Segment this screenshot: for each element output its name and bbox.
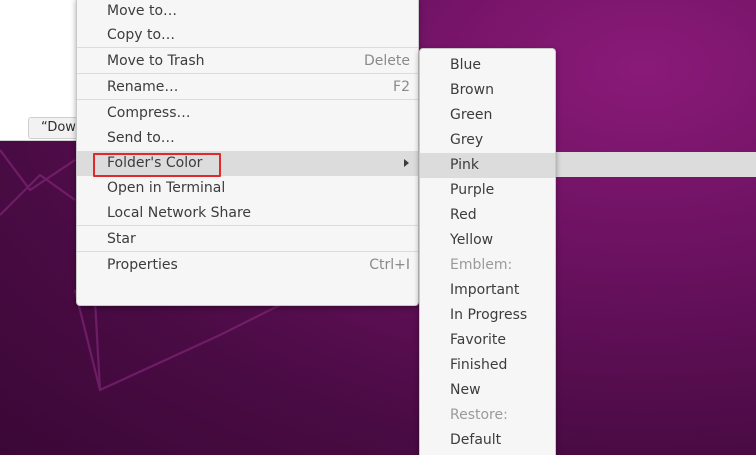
menu-item-rename[interactable]: Rename… F2 bbox=[77, 75, 418, 100]
submenu-item-favorite[interactable]: Favorite bbox=[420, 328, 555, 353]
submenu-item-default[interactable]: Default bbox=[420, 428, 555, 453]
menu-item-send-to[interactable]: Send to… bbox=[77, 126, 418, 151]
submenu-item-grey[interactable]: Grey bbox=[420, 128, 555, 153]
menu-item-move-to[interactable]: Move to… bbox=[77, 0, 418, 24]
menu-item-shortcut: F2 bbox=[393, 79, 410, 95]
menu-item-label: Compress… bbox=[107, 105, 191, 121]
menu-item-label: Copy to… bbox=[107, 27, 176, 43]
submenu-item-important[interactable]: Important bbox=[420, 278, 555, 303]
menu-item-label: Rename… bbox=[107, 79, 179, 95]
menu-item-label: Open in Terminal bbox=[107, 180, 226, 196]
menu-separator bbox=[77, 47, 418, 48]
menu-item-shortcut: Ctrl+I bbox=[369, 257, 410, 273]
menu-item-shortcut: Delete bbox=[364, 53, 410, 69]
chevron-right-icon bbox=[404, 159, 409, 167]
context-menu: Move to… Copy to… Move to Trash Delete R… bbox=[76, 0, 419, 306]
menu-item-label: Local Network Share bbox=[107, 205, 252, 221]
menu-separator bbox=[77, 225, 418, 226]
filename-label[interactable]: “Dow bbox=[28, 117, 80, 139]
submenu-item-brown[interactable]: Brown bbox=[420, 78, 555, 103]
submenu-item-green[interactable]: Green bbox=[420, 103, 555, 128]
menu-item-star[interactable]: Star bbox=[77, 227, 418, 252]
menu-separator bbox=[77, 73, 418, 74]
submenu-item-new[interactable]: New bbox=[420, 378, 555, 403]
menu-item-label: Move to… bbox=[107, 3, 178, 19]
menu-item-copy-to[interactable]: Copy to… bbox=[77, 23, 418, 48]
submenu-item-pink[interactable]: Pink bbox=[420, 153, 555, 178]
submenu-item-in-progress[interactable]: In Progress bbox=[420, 303, 555, 328]
menu-item-label: Properties bbox=[107, 257, 178, 273]
menu-item-label: Move to Trash bbox=[107, 53, 205, 69]
submenu-item-finished[interactable]: Finished bbox=[420, 353, 555, 378]
submenu-item-purple[interactable]: Purple bbox=[420, 178, 555, 203]
menu-item-move-to-trash[interactable]: Move to Trash Delete bbox=[77, 49, 418, 74]
hover-row-extension bbox=[556, 152, 756, 177]
menu-item-compress[interactable]: Compress… bbox=[77, 101, 418, 126]
menu-item-local-network-share[interactable]: Local Network Share bbox=[77, 201, 418, 226]
menu-item-folders-color[interactable]: Folder's Color bbox=[77, 151, 418, 177]
submenu-item-red[interactable]: Red bbox=[420, 203, 555, 228]
submenu-section-restore: Restore: bbox=[450, 407, 508, 423]
menu-item-properties[interactable]: Properties Ctrl+I bbox=[77, 253, 418, 278]
submenu-item-yellow[interactable]: Yellow bbox=[420, 228, 555, 253]
menu-item-label: Star bbox=[107, 231, 136, 247]
menu-item-label: Send to… bbox=[107, 130, 175, 146]
folder-color-submenu: Blue Brown Green Grey Pink Purple Red Ye… bbox=[419, 48, 556, 455]
menu-separator bbox=[77, 99, 418, 100]
menu-separator bbox=[77, 251, 418, 252]
menu-item-open-in-terminal[interactable]: Open in Terminal bbox=[77, 176, 418, 201]
submenu-item-blue[interactable]: Blue bbox=[420, 53, 555, 78]
submenu-section-emblem: Emblem: bbox=[450, 257, 513, 273]
annotation-highlight-box bbox=[93, 153, 221, 177]
